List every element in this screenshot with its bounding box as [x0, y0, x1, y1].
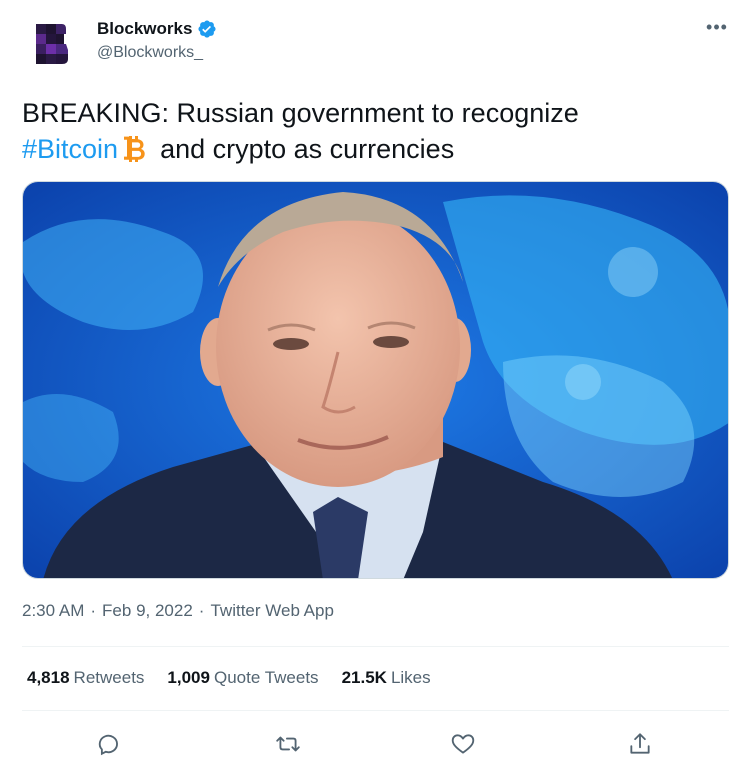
tweet-stats: 4,818 Retweets 1,009 Quote Tweets 21.5K Lik…: [27, 668, 454, 688]
meta-separator: ·: [90, 601, 97, 620]
author-name[interactable]: Blockworks: [97, 19, 192, 39]
likes-label: Likes: [390, 668, 431, 687]
tweet-source[interactable]: Twitter Web App: [210, 601, 333, 620]
heart-icon: [451, 734, 475, 754]
meta-separator: ·: [198, 601, 205, 620]
like-button[interactable]: [445, 726, 481, 762]
tweet-card: Blockworks @Blockworks_ ••• BREAKING: Ru…: [0, 0, 748, 771]
share-icon: [630, 733, 650, 754]
retweets-label: Retweets: [73, 668, 145, 687]
share-button[interactable]: [622, 726, 658, 762]
divider: [22, 646, 729, 647]
tweet-photo-illustration: [23, 182, 728, 578]
tweet-text-tail: and crypto as currencies: [160, 134, 455, 164]
verified-badge-icon: [197, 19, 217, 39]
author-info: Blockworks @Blockworks_: [97, 19, 217, 62]
quote-tweets-count: 1,009: [167, 668, 210, 687]
retweets-count: 4,818: [27, 668, 70, 687]
tweet-date[interactable]: Feb 9, 2022: [102, 601, 193, 620]
retweet-icon: [276, 736, 300, 752]
divider: [22, 710, 729, 711]
author-handle[interactable]: @Blockworks_: [97, 44, 217, 62]
reply-icon: [98, 734, 118, 756]
blockworks-logo-icon: [36, 24, 68, 64]
quote-tweets-stat[interactable]: 1,009 Quote Tweets: [167, 668, 318, 688]
tweet-meta: 2:30 AM · Feb 9, 2022 · Twitter Web App: [22, 601, 334, 621]
bitcoin-emoji-icon: [122, 134, 148, 171]
more-horizontal-icon: •••: [706, 17, 728, 37]
quote-tweets-label: Quote Tweets: [213, 668, 319, 687]
hashtag-link[interactable]: #Bitcoin: [22, 134, 118, 164]
likes-count: 21.5K: [341, 668, 387, 687]
tweet-text: BREAKING: Russian government to recogniz…: [22, 95, 722, 171]
author-avatar[interactable]: [22, 14, 82, 74]
tweet-text-main: BREAKING: Russian government to recogniz…: [22, 98, 579, 128]
tweet-photo[interactable]: [22, 181, 729, 579]
likes-stat[interactable]: 21.5K Likes: [342, 668, 431, 688]
reply-button[interactable]: [92, 726, 128, 762]
retweets-stat[interactable]: 4,818 Retweets: [27, 668, 144, 688]
tweet-actions: [22, 722, 729, 762]
more-options-button[interactable]: •••: [704, 14, 730, 40]
retweet-button[interactable]: [270, 726, 306, 762]
tweet-time[interactable]: 2:30 AM: [22, 601, 84, 620]
